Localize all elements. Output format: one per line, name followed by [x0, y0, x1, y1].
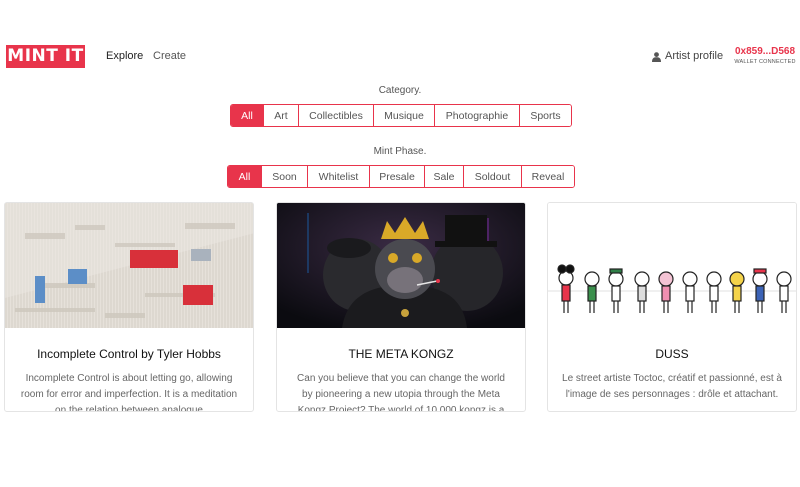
artist-profile-link[interactable]: Artist profile [652, 50, 723, 63]
nft-card[interactable]: THE META KONGZ Can you believe that you … [276, 202, 526, 412]
phase-filter-title: Mint Phase. [373, 146, 427, 157]
phase-option-soldout[interactable]: Soldout [464, 166, 522, 187]
category-filter-title: Category. [378, 85, 422, 96]
category-option-art[interactable]: Art [264, 105, 299, 126]
card-title: THE META KONGZ [348, 347, 454, 361]
card-title: DUSS [655, 347, 689, 361]
phase-option-whitelist[interactable]: Whitelist [308, 166, 370, 187]
card-description: Can you believe that you can change the … [297, 373, 505, 412]
category-option-sports[interactable]: Sports [520, 105, 571, 126]
phase-option-all[interactable]: All [228, 166, 262, 187]
card-description: Le street artiste Toctoc, créatif et pas… [562, 373, 782, 400]
phase-option-reveal[interactable]: Reveal [522, 166, 574, 187]
card-description: Incomplete Control is about letting go, … [20, 373, 238, 412]
nft-card[interactable]: Incomplete Control by Tyler Hobbs Incomp… [4, 202, 254, 412]
page-bottom-area [0, 412, 800, 487]
card-title: Incomplete Control by Tyler Hobbs [37, 347, 221, 361]
wallet-button[interactable]: 0x859...D568 WALLET CONNECTED [731, 45, 799, 66]
phase-option-presale[interactable]: Presale [370, 166, 425, 187]
artist-profile-label: Artist profile [665, 50, 724, 62]
phase-option-soon[interactable]: Soon [262, 166, 308, 187]
mint-it-logo[interactable]: MINT IT [6, 45, 85, 68]
user-icon [652, 51, 661, 62]
category-option-all[interactable]: All [231, 105, 264, 126]
wallet-status: WALLET CONNECTED [734, 59, 796, 65]
category-option-collectibles[interactable]: Collectibles [299, 105, 374, 126]
phase-filter-group: All Soon Whitelist Presale Sale Soldout … [227, 165, 575, 188]
card-image-duss [548, 203, 796, 328]
category-filter-group: All Art Collectibles Musique Photographi… [230, 104, 572, 127]
category-option-musique[interactable]: Musique [374, 105, 435, 126]
category-option-photographie[interactable]: Photographie [435, 105, 520, 126]
card-image-incomplete-control [5, 203, 253, 328]
nft-card[interactable]: DUSS Le street artiste Toctoc, créatif e… [547, 202, 797, 412]
wallet-address: 0x859...D568 [734, 46, 796, 57]
nav-explore-link[interactable]: Explore [106, 50, 143, 63]
nav-create-link[interactable]: Create [153, 50, 186, 63]
card-image-meta-kongz [277, 203, 525, 328]
phase-option-sale[interactable]: Sale [425, 166, 464, 187]
